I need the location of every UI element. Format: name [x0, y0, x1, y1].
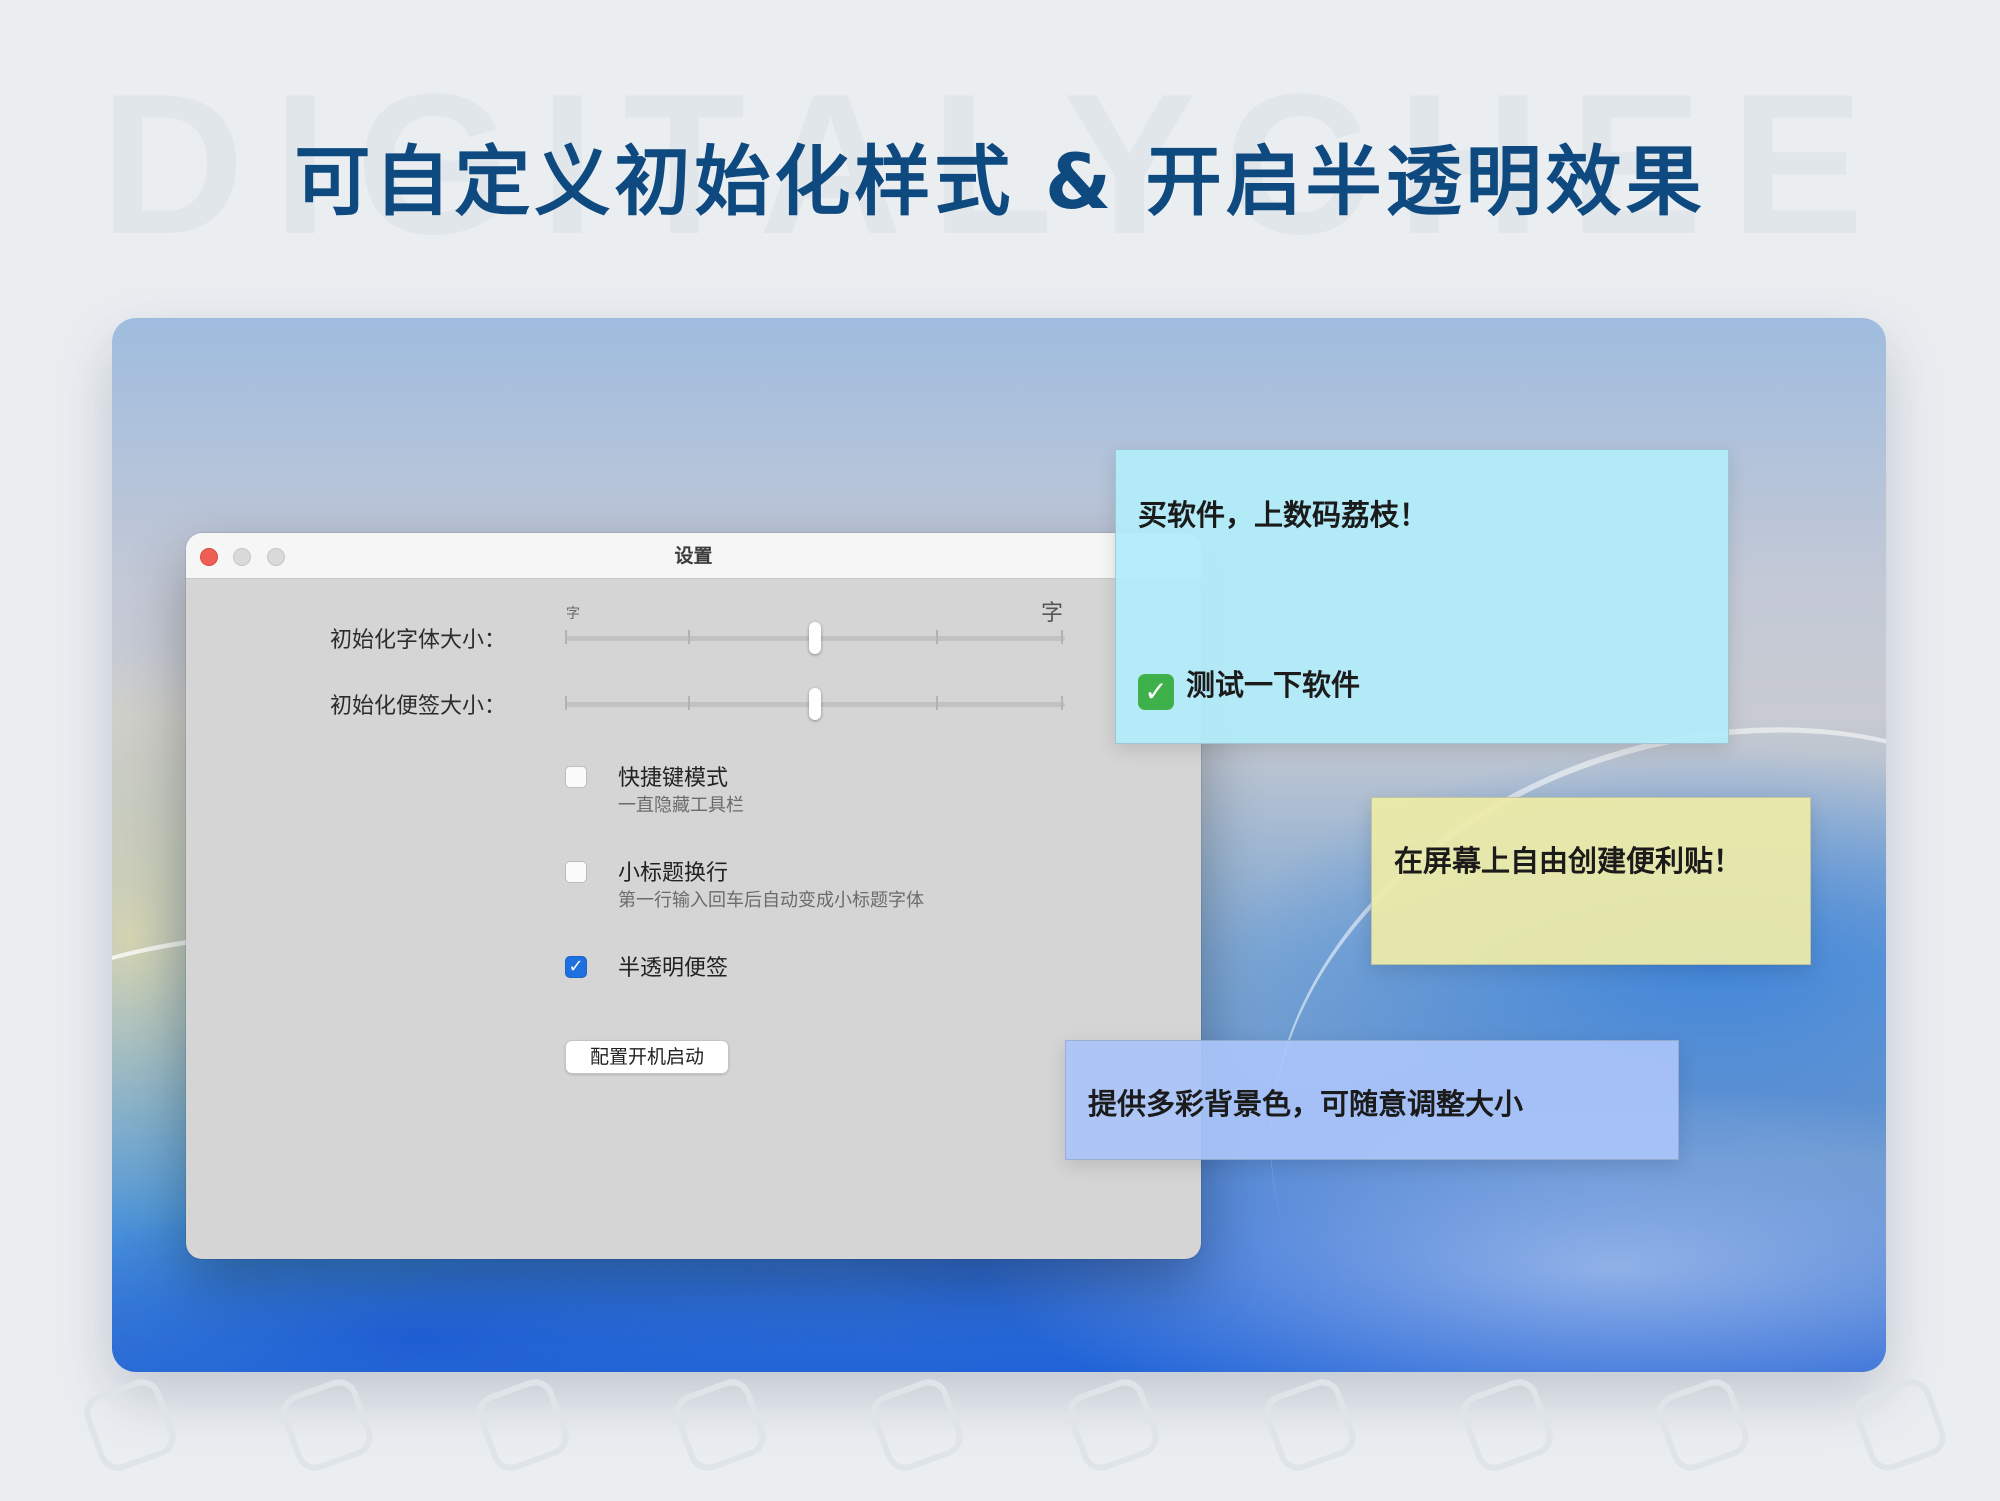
hotkey-mode-label: 快捷键模式: [618, 766, 729, 791]
check-mark-icon: ✓: [1138, 674, 1174, 710]
font-size-slider[interactable]: [565, 618, 1065, 658]
subtitle-wrap-checkbox[interactable]: [565, 861, 587, 883]
font-size-label: 初始化字体大小：: [329, 628, 506, 653]
page-headline: 可自定义初始化样式 & 开启半透明效果: [294, 137, 1706, 226]
decorative-icon: [668, 1373, 772, 1477]
decorative-icon: [1258, 1373, 1362, 1477]
todo-line[interactable]: ✓ 测试一下软件: [1138, 662, 1360, 710]
decorative-icon: [1848, 1373, 1952, 1477]
zoom-button[interactable]: [267, 548, 285, 566]
sticky-note-cyan[interactable]: 买软件，上数码荔枝！ ✓ 测试一下软件: [1115, 449, 1729, 744]
slider-knob[interactable]: [809, 688, 821, 720]
slider-tick: [936, 696, 938, 710]
decorative-icon: [472, 1373, 575, 1477]
decorative-icon-row: [78, 1373, 1952, 1477]
configure-launch-at-login-button[interactable]: 配置开机启动: [565, 1040, 729, 1074]
note-text[interactable]: 买软件，上数码荔枝！: [1138, 492, 1428, 534]
window-titlebar[interactable]: 设置: [186, 533, 1201, 579]
translucent-note-label: 半透明便签: [618, 956, 729, 981]
slider-tick: [688, 630, 690, 644]
slider-tick: [1061, 630, 1063, 644]
note-text[interactable]: 提供多彩背景色，可随意调整大小: [1088, 1081, 1523, 1123]
note-size-slider[interactable]: [565, 684, 1065, 724]
decorative-icon: [1062, 1373, 1165, 1477]
slider-tick: [565, 630, 567, 644]
window-title: 设置: [674, 545, 713, 567]
hotkey-mode-checkbox[interactable]: [565, 766, 587, 788]
translucent-note-checkbox[interactable]: ✓: [565, 956, 587, 978]
slider-tick: [1061, 696, 1063, 710]
decorative-icon: [865, 1373, 968, 1477]
decorative-icon: [78, 1373, 182, 1477]
note-size-label: 初始化便签大小：: [329, 694, 506, 719]
decorative-icon: [1455, 1373, 1558, 1477]
todo-text[interactable]: 测试一下软件: [1186, 668, 1360, 702]
slider-tick: [936, 630, 938, 644]
subtitle-wrap-description: 第一行输入回车后自动变成小标题字体: [618, 890, 924, 911]
subtitle-wrap-label: 小标题换行: [618, 861, 729, 886]
decorative-icon: [1651, 1373, 1755, 1477]
note-text[interactable]: 在屏幕上自由创建便利贴！: [1394, 838, 1742, 880]
slider-knob[interactable]: [809, 622, 821, 654]
sticky-note-yellow[interactable]: 在屏幕上自由创建便利贴！: [1371, 797, 1811, 965]
hotkey-mode-description: 一直隐藏工具栏: [618, 795, 744, 816]
settings-window: 设置 字 字 初始化字体大小： 初始化便签大小： 快捷键模式 一直隐藏工具栏 小…: [186, 533, 1201, 1259]
close-button[interactable]: [200, 548, 218, 566]
minimize-button[interactable]: [233, 548, 251, 566]
sticky-note-blue[interactable]: 提供多彩背景色，可随意调整大小: [1065, 1040, 1679, 1160]
decorative-icon: [275, 1373, 378, 1477]
slider-tick: [688, 696, 690, 710]
slider-tick: [565, 696, 567, 710]
